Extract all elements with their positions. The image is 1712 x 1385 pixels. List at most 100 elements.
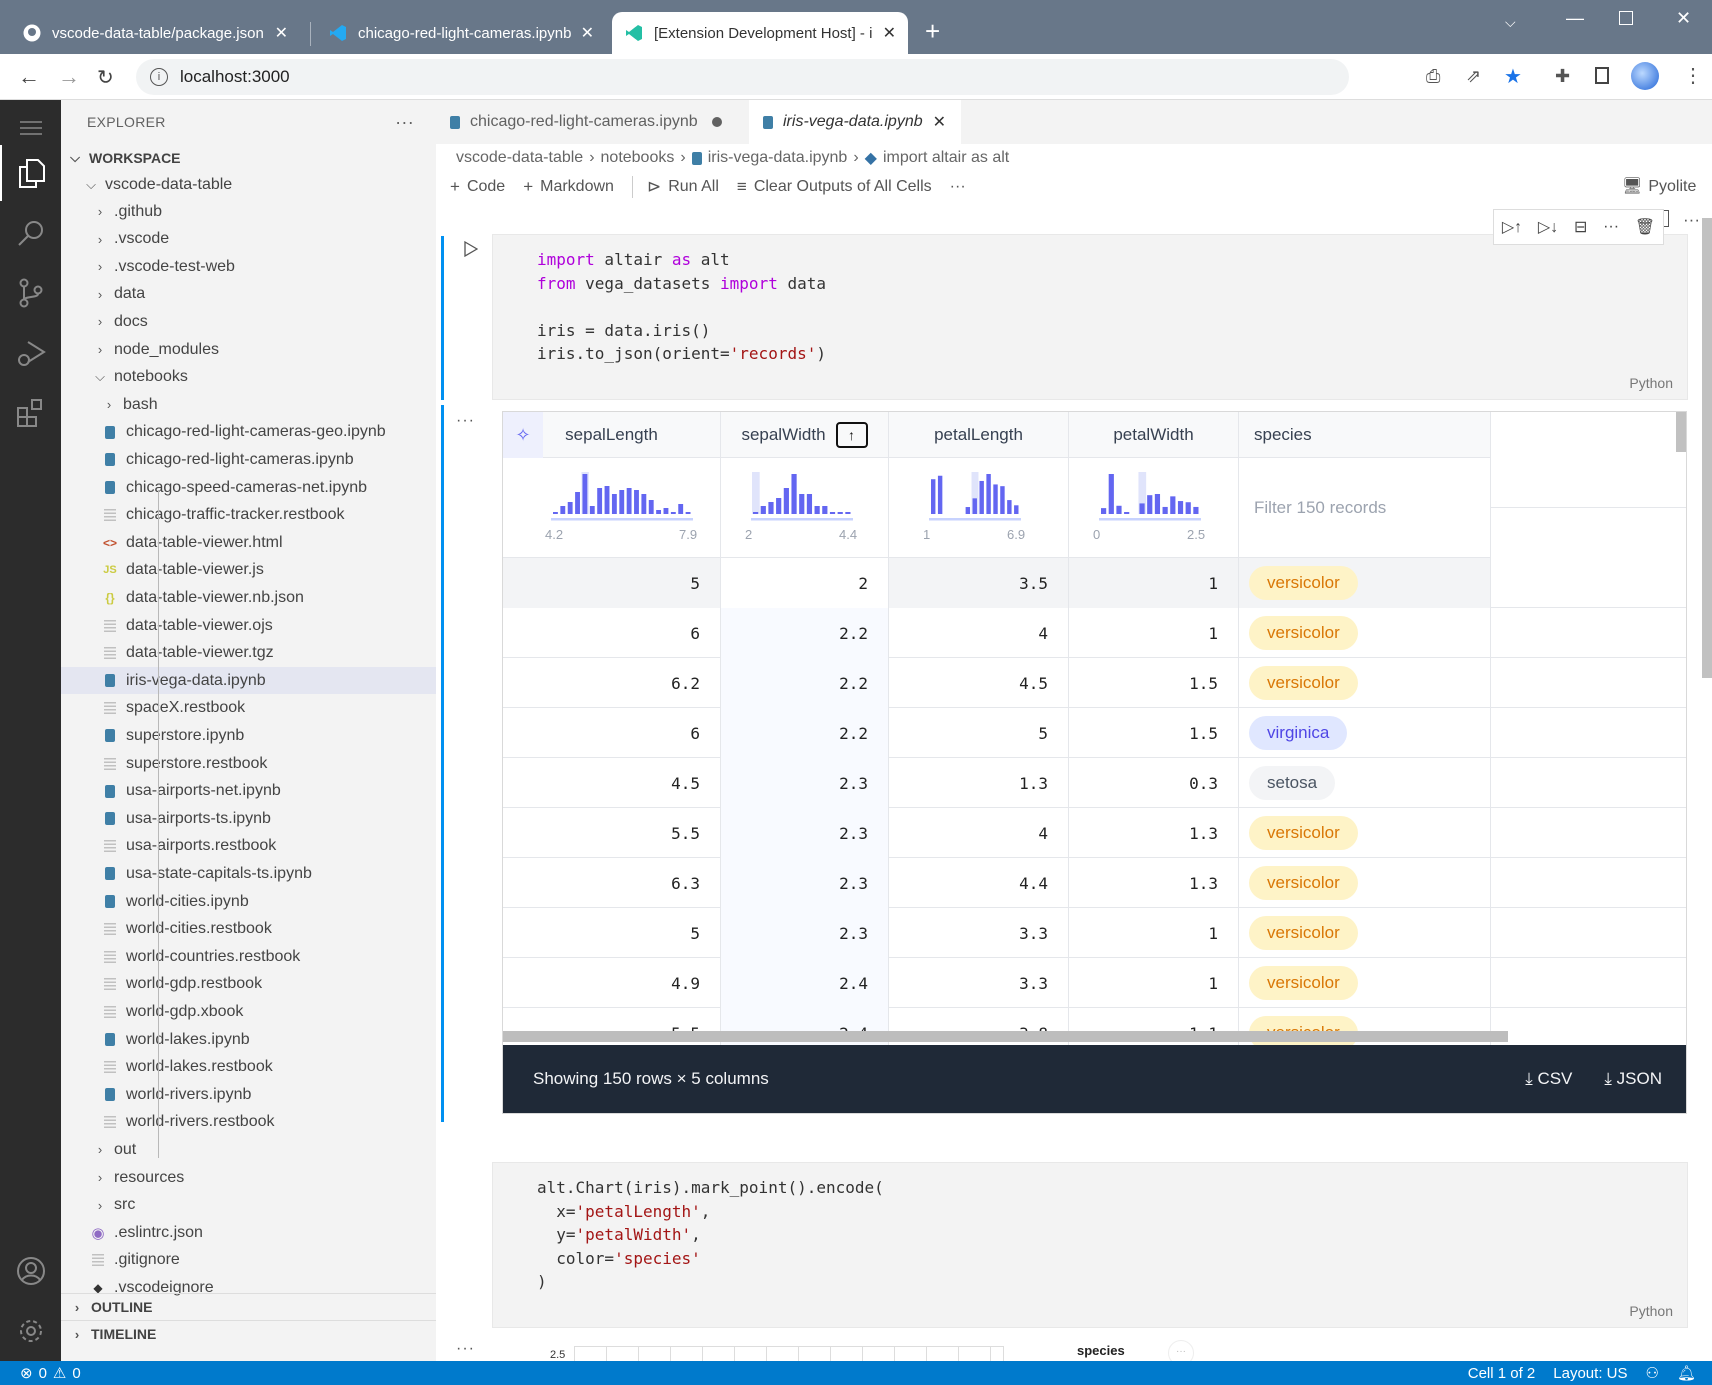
tree-item[interactable]: usa-airports-net.ipynb	[61, 778, 436, 805]
table-cell[interactable]: 1.5	[1069, 708, 1239, 758]
table-cell[interactable]: 4	[889, 808, 1069, 858]
new-tab-button[interactable]: +	[925, 16, 940, 47]
forward-icon[interactable]: →	[58, 64, 80, 90]
vertical-scrollbar[interactable]	[1676, 412, 1686, 452]
side-panel-icon[interactable]	[1595, 67, 1609, 84]
tree-item[interactable]: › out	[61, 1136, 436, 1163]
tree-item[interactable]: <> data-table-viewer.html	[61, 529, 436, 556]
tab-search-icon[interactable]: ⌵	[1505, 14, 1516, 31]
tree-item[interactable]: › docs	[61, 308, 436, 335]
table-cell[interactable]: versicolor	[1239, 808, 1491, 858]
tree-item[interactable]: › .github	[61, 198, 436, 225]
tree-item[interactable]: › .vscode-test-web	[61, 253, 436, 280]
accounts-icon[interactable]	[0, 1243, 61, 1299]
table-cell[interactable]: 5.5	[503, 808, 721, 858]
table-cell[interactable]: 6	[503, 608, 721, 658]
column-header-petalWidth[interactable]: petalWidth	[1069, 412, 1239, 458]
sort-ascending-icon[interactable]: ↑	[835, 422, 868, 448]
cell-language[interactable]: Python	[1629, 375, 1673, 391]
table-cell[interactable]: 1.3	[889, 758, 1069, 808]
table-cell[interactable]: 4.5	[889, 658, 1069, 708]
tree-item[interactable]: world-cities.ipynb	[61, 888, 436, 915]
clear-outputs-button[interactable]: ≡ Clear Outputs of All Cells	[737, 177, 932, 197]
tree-root-folder[interactable]: ⌵ vscode-data-table	[61, 171, 436, 198]
run-below-icon[interactable]: ▷↓	[1538, 217, 1558, 237]
browser-tab-extension-host[interactable]: [Extension Development Host] - i ✕	[612, 12, 908, 54]
table-cell[interactable]: 1.5	[1069, 658, 1239, 708]
browser-menu-icon[interactable]: ⋮	[1683, 63, 1703, 88]
tree-item[interactable]: {} data-table-viewer.nb.json	[61, 584, 436, 611]
histogram-sepalLength[interactable]: 4.2 7.9	[503, 458, 721, 558]
url-input[interactable]: i localhost:3000	[136, 59, 1349, 95]
table-row[interactable]: 5.5 2.3 4 1.3 versicolor	[503, 808, 1686, 858]
table-cell[interactable]: 0.3	[1069, 758, 1239, 808]
tree-item[interactable]: world-lakes.ipynb	[61, 1026, 436, 1053]
table-cell[interactable]: 1.3	[1069, 858, 1239, 908]
output-more-button[interactable]: ···	[456, 1340, 475, 1358]
column-header-sepalWidth[interactable]: sepalWidth ↑	[721, 412, 889, 458]
tree-item[interactable]: data-table-viewer.ojs	[61, 612, 436, 639]
table-cell[interactable]: 6.2	[503, 658, 721, 708]
table-cell[interactable]: versicolor	[1239, 558, 1491, 608]
table-row[interactable]: 5 2 3.5 1 versicolor	[503, 558, 1686, 608]
download-json-button[interactable]: ⤓ JSON	[1604, 1069, 1662, 1089]
table-cell[interactable]: versicolor	[1239, 958, 1491, 1008]
code-editor[interactable]: import altair as alt from vega_datasets i…	[537, 248, 826, 366]
code-cell-2[interactable]: alt.Chart(iris).mark_point().encode( x='…	[492, 1162, 1688, 1328]
close-tab-icon[interactable]: ✕	[883, 23, 896, 43]
workspace-section[interactable]: ⌵ WORKSPACE	[61, 144, 436, 171]
source-control-icon[interactable]	[0, 265, 61, 321]
tree-item[interactable]: data-table-viewer.tgz	[61, 640, 436, 667]
table-cell[interactable]: 4.4	[889, 858, 1069, 908]
tree-item[interactable]: › data	[61, 281, 436, 308]
tree-item[interactable]: chicago-red-light-cameras-geo.ipynb	[61, 419, 436, 446]
extensions-puzzle-icon[interactable]: ✚	[1555, 66, 1570, 87]
table-row[interactable]: 6 2.2 4 1 versicolor	[503, 608, 1686, 658]
column-header-species[interactable]: species	[1239, 412, 1491, 458]
table-cell[interactable]: 2.2	[721, 608, 889, 658]
add-code-cell-button[interactable]: + Code	[450, 177, 505, 197]
breadcrumb-item[interactable]: iris-vega-data.ipynb	[708, 149, 848, 167]
close-tab-icon[interactable]: ✕	[275, 23, 288, 43]
table-cell[interactable]: setosa	[1239, 758, 1491, 808]
histogram-sepalWidth[interactable]: 2 4.4	[721, 458, 889, 558]
run-cell-button[interactable]	[464, 240, 479, 262]
table-cell[interactable]: 1	[1069, 908, 1239, 958]
cell-position[interactable]: Cell 1 of 2	[1468, 1365, 1536, 1382]
tree-item[interactable]: world-cities.restbook	[61, 916, 436, 943]
table-cell[interactable]: 1	[1069, 958, 1239, 1008]
add-markdown-cell-button[interactable]: + Markdown	[523, 177, 614, 197]
table-cell[interactable]: 3.3	[889, 958, 1069, 1008]
code-cell-1[interactable]: import altair as alt from vega_datasets i…	[492, 234, 1688, 400]
table-row[interactable]: 6.3 2.3 4.4 1.3 versicolor	[503, 858, 1686, 908]
table-row[interactable]: 4.9 2.4 3.3 1 versicolor	[503, 958, 1686, 1008]
browser-tab-chicago[interactable]: chicago-red-light-cameras.ipynb ✕	[316, 12, 606, 54]
table-cell[interactable]: 2.3	[721, 808, 889, 858]
bookmark-star-icon[interactable]: ★	[1504, 64, 1522, 89]
breadcrumb-item[interactable]: notebooks	[601, 149, 675, 167]
minimize-icon[interactable]: —	[1566, 8, 1584, 29]
breadcrumb-item[interactable]: vscode-data-table	[456, 149, 583, 167]
table-cell[interactable]: 3.5	[889, 558, 1069, 608]
run-all-button[interactable]: ⊳ Run All	[647, 177, 719, 197]
editor-tab-iris[interactable]: iris-vega-data.ipynb ✕	[749, 100, 961, 144]
search-icon[interactable]	[0, 205, 61, 261]
table-row[interactable]: 6.2 2.2 4.5 1.5 versicolor	[503, 658, 1686, 708]
tree-item[interactable]: superstore.ipynb	[61, 722, 436, 749]
tree-item[interactable]: spaceX.restbook	[61, 695, 436, 722]
more-actions-icon[interactable]: ···	[1683, 210, 1700, 230]
tree-item[interactable]: usa-airports.restbook	[61, 833, 436, 860]
problems-indicator[interactable]: ⊗ 0 ⚠ 0	[0, 1364, 81, 1383]
more-actions-icon[interactable]: ···	[395, 112, 414, 133]
column-header-petalLength[interactable]: petalLength	[889, 412, 1069, 458]
table-cell[interactable]: 2.2	[721, 708, 889, 758]
tree-item[interactable]: › bash	[61, 391, 436, 418]
table-cell[interactable]: 2.3	[721, 908, 889, 958]
table-cell[interactable]: 5	[503, 908, 721, 958]
editor-tab-chicago[interactable]: chicago-red-light-cameras.ipynb	[436, 100, 749, 144]
table-cell[interactable]: 1.3	[1069, 808, 1239, 858]
table-cell[interactable]: 2.3	[721, 758, 889, 808]
install-app-icon[interactable]: ⎙	[1426, 66, 1440, 87]
table-cell[interactable]: 2	[721, 558, 889, 608]
table-cell[interactable]: 4.9	[503, 958, 721, 1008]
